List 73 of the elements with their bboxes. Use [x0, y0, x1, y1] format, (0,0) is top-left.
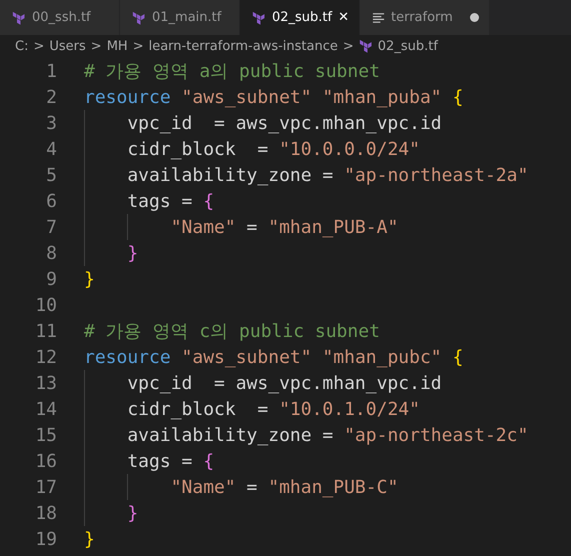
- breadcrumb-item[interactable]: C:: [15, 38, 28, 54]
- line-number: 8: [45, 242, 57, 264]
- code-token: "ap-northeast-2c": [344, 424, 528, 446]
- line-number: 15: [34, 424, 57, 446]
- code-token: "Name": [170, 216, 236, 238]
- editor-tab[interactable]: terraform: [360, 0, 490, 35]
- line-number: 13: [34, 372, 57, 394]
- close-icon[interactable]: ✕: [338, 10, 349, 25]
- code-token: {: [451, 346, 464, 368]
- line-number: 19: [34, 528, 57, 550]
- code-token: =: [246, 476, 258, 498]
- code-token: "mhan_puba": [321, 86, 442, 108]
- code-token: vpc_id = aws_vpc.mhan_vpc.id: [126, 372, 442, 394]
- code-token: cidr_block =: [126, 398, 270, 420]
- terraform-icon: [132, 10, 146, 24]
- line-number: 6: [45, 190, 57, 212]
- line-number: 18: [34, 502, 57, 524]
- breadcrumb-item[interactable]: learn-terraform-aws-instance: [148, 38, 338, 54]
- breadcrumb-item[interactable]: Users: [49, 38, 86, 54]
- breadcrumb-separator: >: [33, 38, 44, 54]
- terraform-icon: [12, 10, 26, 24]
- code-token: }: [126, 502, 138, 524]
- line-number: 1: [45, 60, 57, 82]
- code-token: {: [451, 86, 464, 108]
- code-token: "mhan_pubc": [321, 346, 442, 368]
- line-number: 11: [34, 320, 57, 342]
- line-number: 2: [45, 86, 57, 108]
- code-token: "mhan_PUB-C": [268, 476, 398, 498]
- code-token: "10.0.1.0/24": [279, 398, 420, 420]
- code-token: {: [203, 450, 214, 472]
- line-number: 9: [45, 268, 57, 290]
- code-token: resource: [84, 86, 171, 108]
- terraform-icon: [252, 10, 266, 24]
- code-token: "aws_subnet": [180, 346, 312, 368]
- line-number: 3: [45, 112, 57, 134]
- line-number: 10: [34, 294, 57, 316]
- code-token: }: [84, 528, 95, 550]
- code-token: tags =: [126, 190, 194, 212]
- unsaved-dot-icon: [470, 13, 479, 22]
- code-token: "mhan_PUB-A": [268, 216, 398, 238]
- code-token: # 가용 영역 c의 public subnet: [84, 320, 380, 343]
- breadcrumb-separator: >: [342, 38, 354, 54]
- breadcrumb-separator: >: [90, 38, 102, 54]
- code-token: tags =: [126, 450, 194, 472]
- code-token: resource: [84, 346, 171, 368]
- code-token: }: [84, 268, 95, 290]
- editor-tab[interactable]: 02_sub.tf ✕: [240, 0, 360, 35]
- code-token: "aws_subnet": [180, 86, 312, 108]
- line-number: 4: [45, 138, 57, 160]
- code-token: {: [203, 190, 214, 212]
- code-token: "10.0.0.0/24": [279, 138, 420, 160]
- line-number: 16: [34, 450, 57, 472]
- line-number: 17: [34, 476, 57, 498]
- code-token: availability_zone =: [126, 424, 334, 446]
- code-token: # 가용 영역 a의 public subnet: [84, 60, 380, 83]
- editor-tab[interactable]: 00_ssh.tf: [0, 0, 120, 35]
- breadcrumb-item[interactable]: MH: [106, 38, 128, 54]
- line-number: 14: [34, 398, 57, 420]
- text-file-icon: [372, 12, 385, 24]
- line-number: 7: [45, 216, 57, 238]
- code-token: cidr_block =: [126, 138, 270, 160]
- line-number: 5: [45, 164, 57, 186]
- line-number: 12: [34, 346, 57, 368]
- terraform-icon: [358, 39, 373, 53]
- editor-tab[interactable]: 01_main.tf: [120, 0, 240, 35]
- code-token: "ap-northeast-2a": [344, 164, 528, 186]
- code-token: availability_zone =: [126, 164, 334, 186]
- code-token: }: [126, 242, 138, 264]
- code-token: vpc_id = aws_vpc.mhan_vpc.id: [126, 112, 442, 134]
- code-token: "Name": [170, 476, 236, 498]
- code-token: =: [246, 216, 258, 238]
- breadcrumb-separator: >: [132, 38, 144, 54]
- breadcrumb-item[interactable]: 02_sub.tf: [358, 38, 438, 54]
